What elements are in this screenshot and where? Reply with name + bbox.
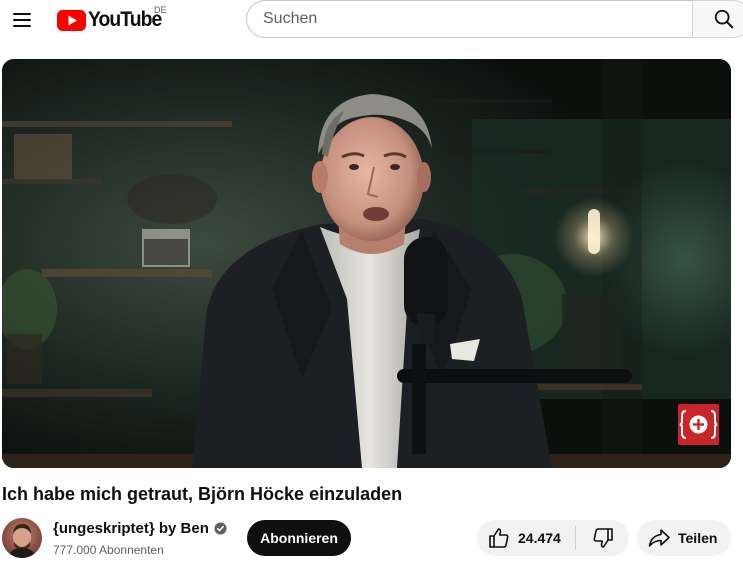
logo-wordmark: YouTube <box>88 8 162 31</box>
search-input[interactable] <box>263 10 692 28</box>
search-box[interactable] <box>246 0 692 38</box>
menu-icon-bar <box>13 19 31 21</box>
region-code: DE <box>154 5 167 15</box>
like-button[interactable]: 24.474 <box>477 520 575 556</box>
share-button[interactable]: Teilen <box>637 520 731 556</box>
share-arrow-icon <box>648 529 670 547</box>
verified-check-icon <box>214 522 227 535</box>
share-label: Teilen <box>678 530 718 546</box>
youtube-logo-icon <box>57 9 86 31</box>
menu-button[interactable] <box>8 6 36 34</box>
video-player[interactable] <box>2 59 731 468</box>
like-dislike-group: 24.474 <box>477 520 629 556</box>
avatar-image <box>2 518 42 558</box>
search-icon <box>714 9 734 29</box>
subscriber-count: 777.000 Abonnenten <box>53 543 164 557</box>
like-count: 24.474 <box>518 530 561 546</box>
dislike-button[interactable] <box>576 520 629 556</box>
video-title: Ich habe mich getraut, Björn Höcke einzu… <box>2 484 403 504</box>
menu-icon-bar <box>13 25 31 27</box>
video-frame <box>2 59 731 468</box>
youtube-logo[interactable]: YouTube <box>57 7 168 33</box>
menu-icon-bar <box>13 13 31 15</box>
search-button[interactable] <box>692 0 743 38</box>
subscribe-button[interactable]: Abonnieren <box>247 520 351 556</box>
channel-avatar[interactable] <box>2 518 42 558</box>
channel-name-text: {ungeskriptet} by Ben <box>53 520 209 537</box>
thumbs-down-icon <box>593 528 613 548</box>
channel-watermark-icon[interactable] <box>678 404 719 445</box>
channel-name[interactable]: {ungeskriptet} by Ben <box>53 520 227 537</box>
thumbs-up-icon <box>489 528 509 548</box>
